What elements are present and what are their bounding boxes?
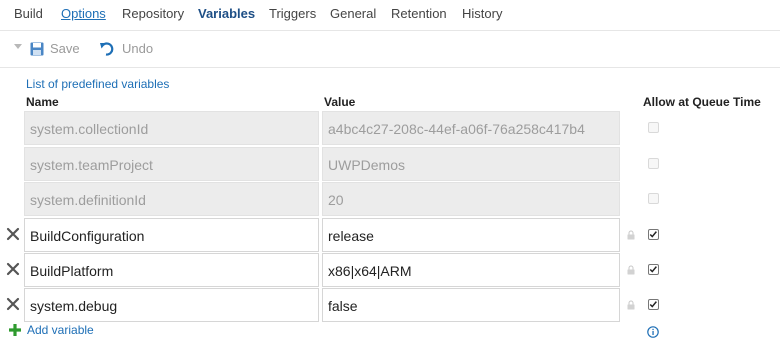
variable-name-field[interactable]: BuildPlatform — [24, 253, 319, 287]
tab-triggers[interactable]: Triggers — [269, 6, 316, 21]
tab-general[interactable]: General — [330, 6, 376, 21]
variable-name-field: system.collectionId — [24, 111, 319, 145]
variable-value-field[interactable]: false — [322, 288, 620, 322]
allow-queue-time-checkbox — [648, 193, 659, 204]
variable-value-field: UWPDemos — [322, 147, 620, 181]
tab-options[interactable]: Options — [61, 6, 106, 21]
variable-value-field: a4bc4c27-208c-44ef-a06f-76a258c417b4 — [322, 111, 620, 145]
variable-name-field: system.definitionId — [24, 182, 319, 216]
undo-button[interactable]: Undo — [100, 41, 153, 56]
tab-build[interactable]: Build — [14, 6, 43, 21]
variable-value-field[interactable]: x86|x64|ARM — [322, 253, 620, 287]
plus-icon — [9, 324, 21, 336]
predefined-variable-row: system.teamProject UWPDemos — [0, 147, 780, 181]
save-label: Save — [50, 41, 80, 56]
variable-name-field[interactable]: BuildConfiguration — [24, 218, 319, 252]
checkmark-icon — [649, 301, 657, 308]
variable-row: BuildPlatform x86|x64|ARM — [0, 253, 780, 287]
delete-variable-icon[interactable] — [6, 297, 20, 311]
variable-name-field[interactable]: system.debug — [24, 288, 319, 322]
variable-row: system.debug false — [0, 288, 780, 322]
variable-value-field[interactable]: release — [322, 218, 620, 252]
queue-time-column-header: Allow at Queue Time — [643, 95, 761, 109]
predefined-variable-row: system.definitionId 20 — [0, 182, 780, 216]
tab-history[interactable]: History — [462, 6, 502, 21]
toolbar: Save Undo — [0, 31, 780, 68]
save-button[interactable]: Save — [30, 41, 80, 56]
allow-queue-time-checkbox — [648, 122, 659, 133]
info-icon[interactable] — [647, 326, 659, 338]
save-icon — [30, 42, 44, 55]
variable-value-field: 20 — [322, 182, 620, 216]
value-column-header: Value — [324, 95, 356, 109]
allow-queue-time-checkbox[interactable] — [648, 264, 659, 275]
undo-icon — [100, 41, 114, 56]
lock-icon[interactable] — [627, 300, 635, 310]
lock-icon[interactable] — [627, 265, 635, 275]
predefined-variable-row: system.collectionId a4bc4c27-208c-44ef-a… — [0, 111, 780, 145]
add-variable-button[interactable]: Add variable — [8, 323, 94, 337]
delete-variable-icon[interactable] — [6, 227, 20, 241]
allow-queue-time-checkbox — [648, 158, 659, 169]
undo-label: Undo — [122, 41, 154, 56]
tab-repository[interactable]: Repository — [122, 6, 184, 21]
save-dropdown-caret-icon[interactable] — [14, 44, 22, 49]
tab-variables[interactable]: Variables — [198, 6, 255, 21]
variable-row: BuildConfiguration release — [0, 218, 780, 252]
lock-icon[interactable] — [627, 230, 635, 240]
name-column-header: Name — [26, 95, 59, 109]
checkmark-icon — [649, 231, 657, 238]
add-variable-label: Add variable — [27, 323, 94, 337]
delete-variable-icon[interactable] — [6, 262, 20, 276]
tab-retention[interactable]: Retention — [391, 6, 447, 21]
allow-queue-time-checkbox[interactable] — [648, 299, 659, 310]
tab-bar: Build Options Repository Variables Trigg… — [0, 0, 780, 31]
allow-queue-time-checkbox[interactable] — [648, 229, 659, 240]
predefined-variables-link[interactable]: List of predefined variables — [26, 77, 169, 91]
variable-name-field: system.teamProject — [24, 147, 319, 181]
checkmark-icon — [649, 266, 657, 273]
